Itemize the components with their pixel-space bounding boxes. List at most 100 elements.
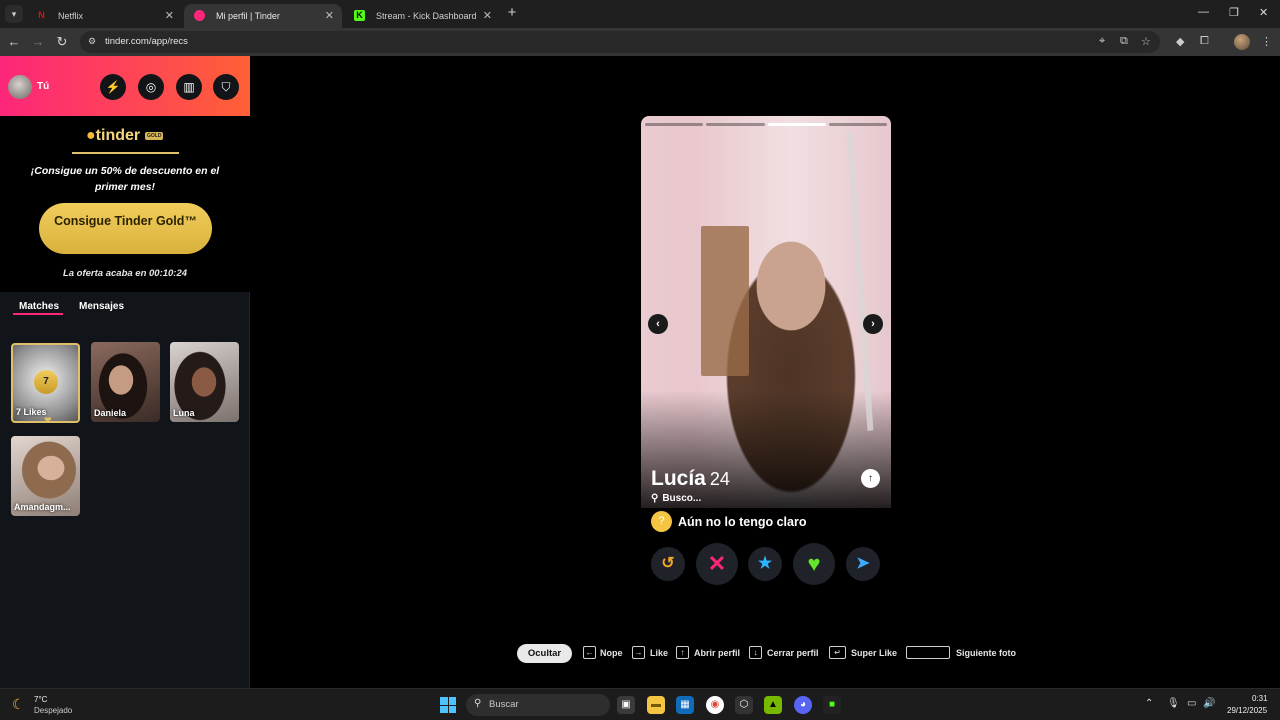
tab-matches[interactable]: Matches xyxy=(19,301,59,312)
tab-messages[interactable]: Mensajes xyxy=(79,301,124,312)
next-photo-button[interactable]: › xyxy=(863,314,883,334)
windows-taskbar: ☾ 7°C Despejado ⚲ Buscar ▣ ▬ ▦ ◉ ⬡ ▲ ◕ ■… xyxy=(0,688,1280,720)
profile-avatar[interactable] xyxy=(1234,34,1250,50)
tray-chevron-icon[interactable]: ⌃ xyxy=(1145,698,1153,709)
profile-photo[interactable] xyxy=(641,116,891,508)
nope-button[interactable]: ✕ xyxy=(696,543,738,585)
close-icon[interactable]: ✕ xyxy=(165,4,174,28)
match-name: Luna xyxy=(173,408,195,418)
weather-desc[interactable]: Despejado xyxy=(34,706,72,715)
more-menu-icon[interactable]: ⋮ xyxy=(1261,35,1272,48)
back-icon[interactable]: ← xyxy=(6,34,22,50)
looking-label: Busco... xyxy=(662,493,702,504)
tinder-icon xyxy=(194,10,205,21)
new-tab-button[interactable]: + xyxy=(504,5,520,21)
photo-progress-segment xyxy=(828,123,887,126)
hint-nope: Nope xyxy=(600,648,623,658)
get-gold-button[interactable]: Consigue Tinder Gold™ xyxy=(39,203,212,254)
tab-search-button[interactable]: ▾ xyxy=(5,5,23,23)
gold-heart-icon: ❤ xyxy=(44,415,52,425)
app-cube-icon[interactable]: ⬡ xyxy=(735,696,753,714)
extensions-puzzle-icon[interactable]: ⧠ xyxy=(1200,35,1209,48)
task-view-icon[interactable]: ▣ xyxy=(617,696,635,714)
name-text: Lucía xyxy=(651,467,706,490)
left-arrow-key-icon: ← xyxy=(583,646,596,659)
tab-title: Mi perfil | Tinder xyxy=(216,11,280,21)
volume-icon[interactable]: 🔊 xyxy=(1203,698,1215,709)
down-arrow-key-icon: ↓ xyxy=(749,646,762,659)
like-button[interactable]: ♥ xyxy=(793,543,835,585)
match-name: Daniela xyxy=(94,408,127,418)
bookmark-star-icon[interactable]: ☆ xyxy=(1141,35,1151,48)
weather-temp[interactable]: 7°C xyxy=(34,695,47,704)
shield-icon[interactable]: ⛉ xyxy=(213,74,239,100)
tab-netflix[interactable]: N Netflix ✕ xyxy=(26,4,182,28)
reload-icon[interactable]: ↻ xyxy=(54,34,70,50)
up-arrow-key-icon: ↑ xyxy=(676,646,689,659)
match-card[interactable]: Daniela xyxy=(91,342,160,422)
hint-close-profile: Cerrar perfil xyxy=(767,648,819,658)
boost-icon[interactable]: ⚡ xyxy=(100,74,126,100)
discord-icon[interactable]: ◕ xyxy=(794,696,812,714)
gold-badge: GOLD xyxy=(145,132,164,140)
address-bar[interactable]: ⚙ tinder.com/app/recs ⌖ ⧉ ☆ xyxy=(80,31,1160,53)
open-profile-button[interactable]: ↑ xyxy=(861,469,880,488)
clock-time[interactable]: 0:31 xyxy=(1252,694,1268,703)
tinder-gold-logo: ●tinder xyxy=(86,127,140,145)
kick-icon: K xyxy=(354,10,365,21)
nvidia-icon[interactable]: ▲ xyxy=(764,696,782,714)
extension-icon[interactable]: ◆ xyxy=(1176,35,1184,48)
search-placeholder: Buscar xyxy=(489,699,519,710)
send-message-button[interactable]: ➤ xyxy=(846,547,880,581)
chrome-icon[interactable]: ◉ xyxy=(706,696,724,714)
explore-compass-icon[interactable]: ◎ xyxy=(138,74,164,100)
likes-count-badge: 7 xyxy=(34,370,58,394)
previous-photo-button[interactable]: ‹ xyxy=(648,314,668,334)
search-icon: ⚲ xyxy=(651,493,659,504)
site-info-icon[interactable]: ⚙ xyxy=(88,36,100,48)
rewind-button[interactable]: ↺ xyxy=(651,547,685,581)
close-icon[interactable]: ✕ xyxy=(325,4,334,28)
netflix-icon: N xyxy=(38,10,45,20)
logo-text: tinder xyxy=(95,127,141,144)
tab-kick[interactable]: K Stream - Kick Dashboard ✕ xyxy=(344,4,500,28)
match-card[interactable]: Luna xyxy=(170,342,239,422)
briefcase-icon[interactable]: ▥ xyxy=(176,74,202,100)
hint-open-profile: Abrir perfil xyxy=(694,648,741,658)
restore-icon[interactable]: ❐ xyxy=(1229,6,1239,19)
windows-start-icon[interactable] xyxy=(440,697,456,713)
kick-app-icon[interactable]: ■ xyxy=(823,696,841,714)
microphone-icon[interactable]: 🎙 xyxy=(1167,698,1180,709)
store-icon[interactable]: ▦ xyxy=(676,696,694,714)
avatar[interactable] xyxy=(8,75,32,99)
super-like-button[interactable]: ★ xyxy=(748,547,782,581)
hide-shortcuts-button[interactable]: Ocultar xyxy=(517,644,572,663)
tab-tinder[interactable]: Mi perfil | Tinder ✕ xyxy=(184,4,342,28)
install-app-icon[interactable]: ⧉ xyxy=(1120,35,1128,48)
clock-date[interactable]: 29/12/2025 xyxy=(1227,706,1267,715)
likes-card[interactable]: 7 7 Likes xyxy=(11,343,80,423)
profile-card[interactable]: ‹ › Lucía 24 ↑ ⚲ Busco... ? Aún no lo teng… xyxy=(641,116,891,564)
hint-super-like: Super Like xyxy=(851,648,898,658)
file-explorer-icon[interactable]: ▬ xyxy=(647,696,665,714)
forward-icon[interactable]: → xyxy=(30,34,46,50)
taskbar-search[interactable]: ⚲ Buscar xyxy=(466,694,610,716)
spacebar-key-icon xyxy=(906,646,950,659)
thinking-emoji-icon: ? xyxy=(651,511,672,532)
user-label[interactable]: Tú xyxy=(37,81,49,92)
close-icon[interactable]: ✕ xyxy=(483,4,492,28)
looking-for: ⚲ Busco... xyxy=(651,493,701,504)
browser-toolbar: ← → ↻ ⚙ tinder.com/app/recs ⌖ ⧉ ☆ ◆ ⧠ ⋮ xyxy=(0,28,1280,56)
minimize-icon[interactable]: — xyxy=(1198,6,1209,18)
network-icon[interactable]: ▭ xyxy=(1187,698,1196,709)
window-close-icon[interactable]: ✕ xyxy=(1259,6,1268,19)
offer-countdown: La oferta acaba en 00:10:24 xyxy=(62,268,188,279)
search-icon: ⚲ xyxy=(474,698,482,709)
url-text: tinder.com/app/recs xyxy=(105,36,188,47)
hint-next-photo: Siguiente foto xyxy=(956,648,1016,658)
relationship-intent: Aún no lo tengo claro xyxy=(678,515,807,529)
moon-weather-icon[interactable]: ☾ xyxy=(12,696,25,713)
match-card[interactable]: Amandagm... xyxy=(11,436,80,516)
divider xyxy=(72,152,179,154)
location-icon[interactable]: ⌖ xyxy=(1099,35,1105,48)
